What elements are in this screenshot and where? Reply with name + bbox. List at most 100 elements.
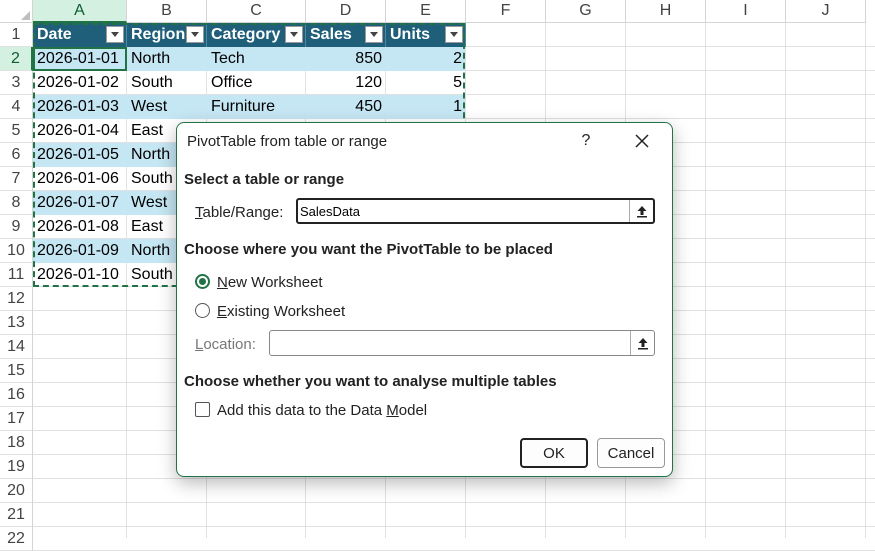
row-header-1[interactable]: 1 — [0, 23, 33, 47]
table-header-label: Units — [390, 26, 430, 43]
column-header-h[interactable]: H — [626, 0, 706, 23]
column-header-c[interactable]: C — [207, 0, 306, 23]
column-header-d[interactable]: D — [306, 0, 386, 23]
row-header-22[interactable]: 22 — [0, 527, 33, 551]
table-cell[interactable]: 850 — [306, 47, 386, 71]
column-header-a[interactable]: A — [33, 0, 127, 23]
table-cell[interactable]: 2026-01-02 — [33, 71, 127, 95]
row-header-12[interactable]: 12 — [0, 287, 33, 311]
section-placement: Choose where you want the PivotTable to … — [184, 241, 553, 258]
gridline — [785, 23, 786, 538]
row-header-19[interactable]: 19 — [0, 455, 33, 479]
table-cell[interactable]: 2026-01-06 — [33, 167, 127, 191]
data-model-checkbox[interactable] — [195, 402, 210, 417]
row-header-6[interactable]: 6 — [0, 143, 33, 167]
new-worksheet-label[interactable]: New Worksheet — [217, 274, 323, 291]
table-header-label: Sales — [310, 26, 352, 43]
location-field[interactable] — [269, 330, 655, 356]
table-header-units[interactable]: Units — [386, 23, 466, 47]
filter-dropdown-icon[interactable] — [365, 26, 383, 43]
table-cell[interactable]: Office — [207, 71, 306, 95]
table-header-sales[interactable]: Sales — [306, 23, 386, 47]
table-cell[interactable]: 450 — [306, 95, 386, 119]
row-header-21[interactable]: 21 — [0, 503, 33, 527]
help-button[interactable]: ? — [574, 129, 598, 153]
ok-button[interactable]: OK — [520, 438, 588, 468]
cancel-button[interactable]: Cancel — [597, 438, 665, 468]
row-header-18[interactable]: 18 — [0, 431, 33, 455]
data-model-label[interactable]: Add this data to the Data Model — [217, 402, 427, 419]
new-worksheet-radio[interactable] — [195, 274, 210, 289]
existing-worksheet-label[interactable]: Existing Worksheet — [217, 303, 345, 320]
column-header-j[interactable]: J — [786, 0, 866, 23]
table-cell[interactable]: 2026-01-05 — [33, 143, 127, 167]
range-collapse-button[interactable] — [629, 200, 653, 222]
row-header-10[interactable]: 10 — [0, 239, 33, 263]
section-select-range: Select a table or range — [184, 171, 345, 188]
row-header-20[interactable]: 20 — [0, 479, 33, 503]
table-cell[interactable]: 2026-01-10 — [33, 263, 127, 287]
gridline — [865, 23, 866, 538]
table-header-label: Date — [37, 26, 72, 43]
dialog-title: PivotTable from table or range — [187, 133, 388, 150]
table-cell[interactable]: 2026-01-03 — [33, 95, 127, 119]
table-header-category[interactable]: Category — [207, 23, 306, 47]
row-header-8[interactable]: 8 — [0, 191, 33, 215]
table-cell[interactable]: 2026-01-04 — [33, 119, 127, 143]
table-cell[interactable]: 2026-01-08 — [33, 215, 127, 239]
table-range-input[interactable] — [300, 200, 620, 222]
table-cell[interactable]: Tech — [207, 47, 306, 71]
table-range-field[interactable] — [296, 198, 655, 224]
row-header-11[interactable]: 11 — [0, 263, 33, 287]
close-button[interactable] — [630, 129, 654, 153]
filter-dropdown-icon[interactable] — [186, 26, 204, 43]
table-cell[interactable]: South — [127, 71, 207, 95]
filter-dropdown-icon[interactable] — [285, 26, 303, 43]
table-cell[interactable]: North — [127, 47, 207, 71]
table-header-date[interactable]: Date — [33, 23, 127, 47]
table-cell[interactable]: West — [127, 95, 207, 119]
collapse-dialog-icon — [637, 338, 648, 350]
table-header-label: Region — [131, 26, 186, 43]
filter-dropdown-icon[interactable] — [445, 26, 463, 43]
gridline — [33, 478, 875, 479]
row-header-4[interactable]: 4 — [0, 95, 33, 119]
row-header-15[interactable]: 15 — [0, 359, 33, 383]
select-all-corner[interactable] — [0, 0, 33, 23]
table-cell[interactable]: 120 — [306, 71, 386, 95]
row-header-17[interactable]: 17 — [0, 407, 33, 431]
gridline — [33, 526, 875, 527]
table-header-label: Category — [211, 26, 281, 43]
column-header-i[interactable]: I — [706, 0, 786, 23]
column-header-b[interactable]: B — [127, 0, 207, 23]
filter-dropdown-icon[interactable] — [106, 26, 124, 43]
gridline — [33, 502, 875, 503]
table-cell[interactable]: 2026-01-09 — [33, 239, 127, 263]
location-collapse-button[interactable] — [630, 331, 654, 355]
row-header-2[interactable]: 2 — [0, 47, 33, 71]
active-cell-a2[interactable] — [33, 47, 127, 71]
table-range-label: Table/Range: — [195, 204, 284, 221]
pivottable-dialog: PivotTable from table or range ? Select … — [176, 122, 673, 477]
help-icon: ? — [581, 132, 591, 149]
column-header-e[interactable]: E — [386, 0, 466, 23]
row-header-7[interactable]: 7 — [0, 167, 33, 191]
row-header-13[interactable]: 13 — [0, 311, 33, 335]
row-header-16[interactable]: 16 — [0, 383, 33, 407]
row-header-3[interactable]: 3 — [0, 71, 33, 95]
close-icon — [635, 134, 649, 148]
table-cell[interactable]: Furniture — [207, 95, 306, 119]
table-cell[interactable]: 2 — [386, 47, 466, 71]
row-header-9[interactable]: 9 — [0, 215, 33, 239]
table-cell[interactable]: 1 — [386, 95, 466, 119]
row-header-5[interactable]: 5 — [0, 119, 33, 143]
location-input[interactable] — [272, 331, 592, 355]
existing-worksheet-radio[interactable] — [195, 303, 210, 318]
column-header-g[interactable]: G — [546, 0, 626, 23]
column-header-f[interactable]: F — [466, 0, 546, 23]
table-cell[interactable]: 5 — [386, 71, 466, 95]
row-header-14[interactable]: 14 — [0, 335, 33, 359]
table-cell[interactable]: 2026-01-07 — [33, 191, 127, 215]
gridline — [705, 23, 706, 538]
table-header-region[interactable]: Region — [127, 23, 207, 47]
